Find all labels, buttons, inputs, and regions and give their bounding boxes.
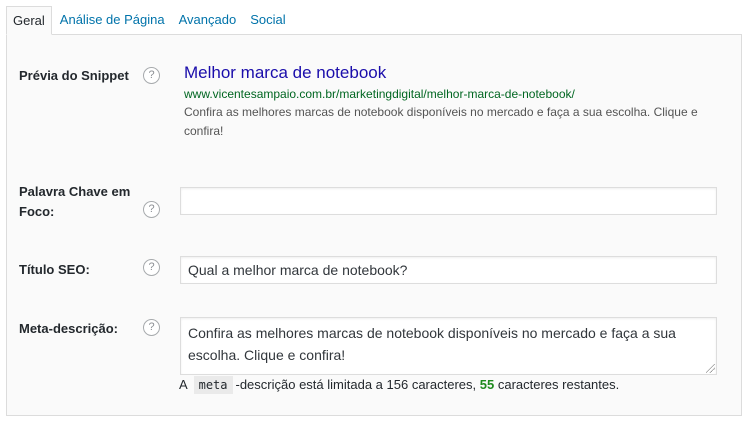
snippet-preview: Melhor marca de notebook www.vicentesamp… [184, 62, 724, 141]
seo-title-input[interactable]: Qual a melhor marca de notebook? [180, 256, 717, 284]
help-circle-icon[interactable]: ? [143, 259, 160, 276]
meta-description-text: Confira as melhores marcas de notebook d… [188, 325, 676, 363]
help-circle-icon[interactable]: ? [143, 67, 160, 84]
snippet-preview-label: Prévia do Snippet [19, 68, 129, 83]
meta-description-note: A meta -descrição está limitada a 156 car… [179, 375, 619, 395]
focus-keyword-input[interactable] [180, 187, 717, 215]
tab-analise-de-pagina[interactable]: Análise de Página [54, 6, 171, 34]
snippet-description: Confira as melhores marcas de notebook d… [184, 105, 698, 138]
note-middle: -descrição está limitada a 156 caractere… [235, 377, 477, 392]
note-prefix: A [179, 377, 187, 392]
settings-panel: Prévia do Snippet ? Melhor marca de note… [6, 34, 742, 416]
help-circle-icon[interactable]: ? [143, 319, 160, 336]
note-code: meta [193, 376, 233, 394]
tab-social[interactable]: Social [244, 6, 291, 34]
meta-description-label: Meta-descrição: [19, 321, 118, 336]
seo-title-label: Título SEO: [19, 262, 90, 277]
focus-keyword-label-text: Palavra Chave em Foco: [19, 184, 131, 219]
tab-avancado[interactable]: Avançado [173, 6, 243, 34]
help-circle-icon[interactable]: ? [143, 201, 160, 218]
snippet-title[interactable]: Melhor marca de notebook [184, 62, 724, 84]
tab-bar: Geral Análise de Página Avançado Social [6, 6, 292, 35]
tab-geral[interactable]: Geral [6, 6, 52, 35]
focus-keyword-label: Palavra Chave em Foco: [19, 182, 141, 222]
remaining-count: 55 [479, 377, 495, 392]
meta-description-textarea[interactable]: Confira as melhores marcas de notebook d… [180, 317, 717, 375]
resize-grip-icon[interactable] [706, 364, 715, 373]
snippet-url: www.vicentesampaio.com.br/marketingdigit… [184, 87, 575, 101]
note-suffix: caracteres restantes. [497, 377, 620, 392]
